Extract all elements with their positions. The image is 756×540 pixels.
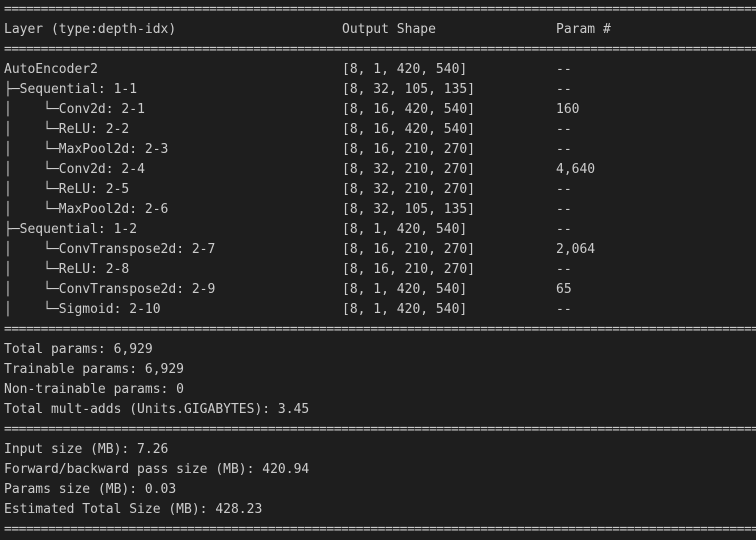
tree-connector: ├─ xyxy=(4,82,20,97)
layer-name-cell: │ └─ReLU: 2-5 xyxy=(4,180,129,200)
separator-line: ========================================… xyxy=(4,42,756,57)
table-row: │ └─Sigmoid: 2-10 [8, 1, 420, 540] -- xyxy=(4,300,756,320)
param-count-cell: 4,640 xyxy=(556,162,596,177)
layer-name: ReLU: 2-2 xyxy=(58,122,130,137)
total-mult-adds: Total mult-adds (Units.GIGABYTES): 3.45 xyxy=(4,402,310,417)
param-count-cell: -- xyxy=(556,82,572,97)
layer-name-cell: │ └─ReLU: 2-2 xyxy=(4,120,129,140)
tree-connector: │ └─ xyxy=(4,162,59,177)
output-shape-cell: [8, 1, 420, 540] xyxy=(342,302,468,317)
layer-name-cell: │ └─MaxPool2d: 2-6 xyxy=(4,200,168,220)
tree-connector: │ └─ xyxy=(4,302,59,317)
param-count-cell: 65 xyxy=(556,282,572,297)
layer-name: Sequential: 1-1 xyxy=(19,82,138,97)
column-header-params: Param # xyxy=(556,22,611,37)
table-row: │ └─ReLU: 2-8 [8, 16, 210, 270] -- xyxy=(4,260,756,280)
param-count-cell: -- xyxy=(556,222,572,237)
tree-connector: │ └─ xyxy=(4,122,59,137)
layer-name: ConvTranspose2d: 2-9 xyxy=(58,282,216,297)
table-row: ├─Sequential: 1-2 [8, 1, 420, 540] -- xyxy=(4,220,756,240)
tree-connector: │ └─ xyxy=(4,262,59,277)
forward-backward-size: Forward/backward pass size (MB): 420.94 xyxy=(4,462,310,477)
param-count-cell: -- xyxy=(556,182,572,197)
output-shape-cell: [8, 16, 420, 540] xyxy=(342,102,476,117)
layer-name-cell: │ └─ConvTranspose2d: 2-9 xyxy=(4,280,215,300)
output-shape-cell: [8, 16, 210, 270] xyxy=(342,242,476,257)
model-summary-output: ========================================… xyxy=(4,0,756,540)
layer-name-cell: │ └─ConvTranspose2d: 2-7 xyxy=(4,240,215,260)
layer-name-cell: │ └─ReLU: 2-8 xyxy=(4,260,129,280)
table-row: │ └─ReLU: 2-2 [8, 16, 420, 540] -- xyxy=(4,120,756,140)
separator-line: ========================================… xyxy=(4,522,756,537)
tree-connector: │ └─ xyxy=(4,282,59,297)
layer-name: Sigmoid: 2-10 xyxy=(58,302,161,317)
output-shape-cell: [8, 32, 210, 270] xyxy=(342,182,476,197)
output-shape-cell: [8, 1, 420, 540] xyxy=(342,282,468,297)
layer-name: MaxPool2d: 2-3 xyxy=(58,142,169,157)
layer-name: MaxPool2d: 2-6 xyxy=(58,202,169,217)
column-header-layer: Layer (type:depth-idx) xyxy=(4,22,177,37)
layer-name-cell: AutoEncoder2 xyxy=(4,60,98,80)
total-params: Total params: 6,929 xyxy=(4,342,153,357)
layer-name-cell: │ └─Conv2d: 2-1 xyxy=(4,100,145,120)
output-shape-cell: [8, 1, 420, 540] xyxy=(342,222,468,237)
param-count-cell: -- xyxy=(556,302,572,317)
table-row: │ └─Conv2d: 2-1 [8, 16, 420, 540] 160 xyxy=(4,100,756,120)
separator-line: ========================================… xyxy=(4,322,756,337)
layer-name: Conv2d: 2-1 xyxy=(58,102,145,117)
layer-name: Conv2d: 2-4 xyxy=(58,162,145,177)
table-row: │ └─MaxPool2d: 2-3 [8, 16, 210, 270] -- xyxy=(4,140,756,160)
param-count-cell: -- xyxy=(556,122,572,137)
param-count-cell: 160 xyxy=(556,102,580,117)
tree-connector: ├─ xyxy=(4,222,20,237)
separator-line: ========================================… xyxy=(4,422,756,437)
tree-connector: │ └─ xyxy=(4,242,59,257)
column-header-output-shape: Output Shape xyxy=(342,22,436,37)
table-row: ├─Sequential: 1-1 [8, 32, 105, 135] -- xyxy=(4,80,756,100)
layer-name: AutoEncoder2 xyxy=(4,62,98,77)
output-shape-cell: [8, 16, 210, 270] xyxy=(342,262,476,277)
estimated-total-size: Estimated Total Size (MB): 428.23 xyxy=(4,502,263,517)
layer-table-body: AutoEncoder2 [8, 1, 420, 540] -- ├─Sequenti… xyxy=(4,60,756,320)
params-size: Params size (MB): 0.03 xyxy=(4,482,177,497)
table-header: Layer (type:depth-idx) Output Shape Para… xyxy=(4,20,756,40)
table-row: │ └─Conv2d: 2-4 [8, 32, 210, 270] 4,640 xyxy=(4,160,756,180)
tree-connector: │ └─ xyxy=(4,202,59,217)
param-count-cell: -- xyxy=(556,142,572,157)
output-shape-cell: [8, 32, 105, 135] xyxy=(342,202,476,217)
param-count-cell: -- xyxy=(556,62,572,77)
separator-line: ========================================… xyxy=(4,2,756,17)
output-shape-cell: [8, 32, 105, 135] xyxy=(342,82,476,97)
tree-connector: │ └─ xyxy=(4,102,59,117)
output-shape-cell: [8, 16, 420, 540] xyxy=(342,122,476,137)
table-row: │ └─ConvTranspose2d: 2-7 [8, 16, 210, 270… xyxy=(4,240,756,260)
table-row: AutoEncoder2 [8, 1, 420, 540] -- xyxy=(4,60,756,80)
param-count-cell: -- xyxy=(556,262,572,277)
layer-name: Sequential: 1-2 xyxy=(19,222,138,237)
layer-name-cell: ├─Sequential: 1-1 xyxy=(4,80,137,100)
layer-name-cell: │ └─Sigmoid: 2-10 xyxy=(4,300,161,320)
input-size: Input size (MB): 7.26 xyxy=(4,442,169,457)
layer-name-cell: │ └─Conv2d: 2-4 xyxy=(4,160,145,180)
output-shape-cell: [8, 1, 420, 540] xyxy=(342,62,468,77)
output-shape-cell: [8, 32, 210, 270] xyxy=(342,162,476,177)
table-row: │ └─ReLU: 2-5 [8, 32, 210, 270] -- xyxy=(4,180,756,200)
param-count-cell: 2,064 xyxy=(556,242,596,257)
param-count-cell: -- xyxy=(556,202,572,217)
layer-name: ConvTranspose2d: 2-7 xyxy=(58,242,216,257)
trainable-params: Trainable params: 6,929 xyxy=(4,362,185,377)
layer-name-cell: ├─Sequential: 1-2 xyxy=(4,220,137,240)
output-shape-cell: [8, 16, 210, 270] xyxy=(342,142,476,157)
non-trainable-params: Non-trainable params: 0 xyxy=(4,382,185,397)
tree-connector: │ └─ xyxy=(4,142,59,157)
table-row: │ └─ConvTranspose2d: 2-9 [8, 1, 420, 540]… xyxy=(4,280,756,300)
layer-name: ReLU: 2-5 xyxy=(58,182,130,197)
table-row: │ └─MaxPool2d: 2-6 [8, 32, 105, 135] -- xyxy=(4,200,756,220)
layer-name: ReLU: 2-8 xyxy=(58,262,130,277)
tree-connector: │ └─ xyxy=(4,182,59,197)
layer-name-cell: │ └─MaxPool2d: 2-3 xyxy=(4,140,168,160)
